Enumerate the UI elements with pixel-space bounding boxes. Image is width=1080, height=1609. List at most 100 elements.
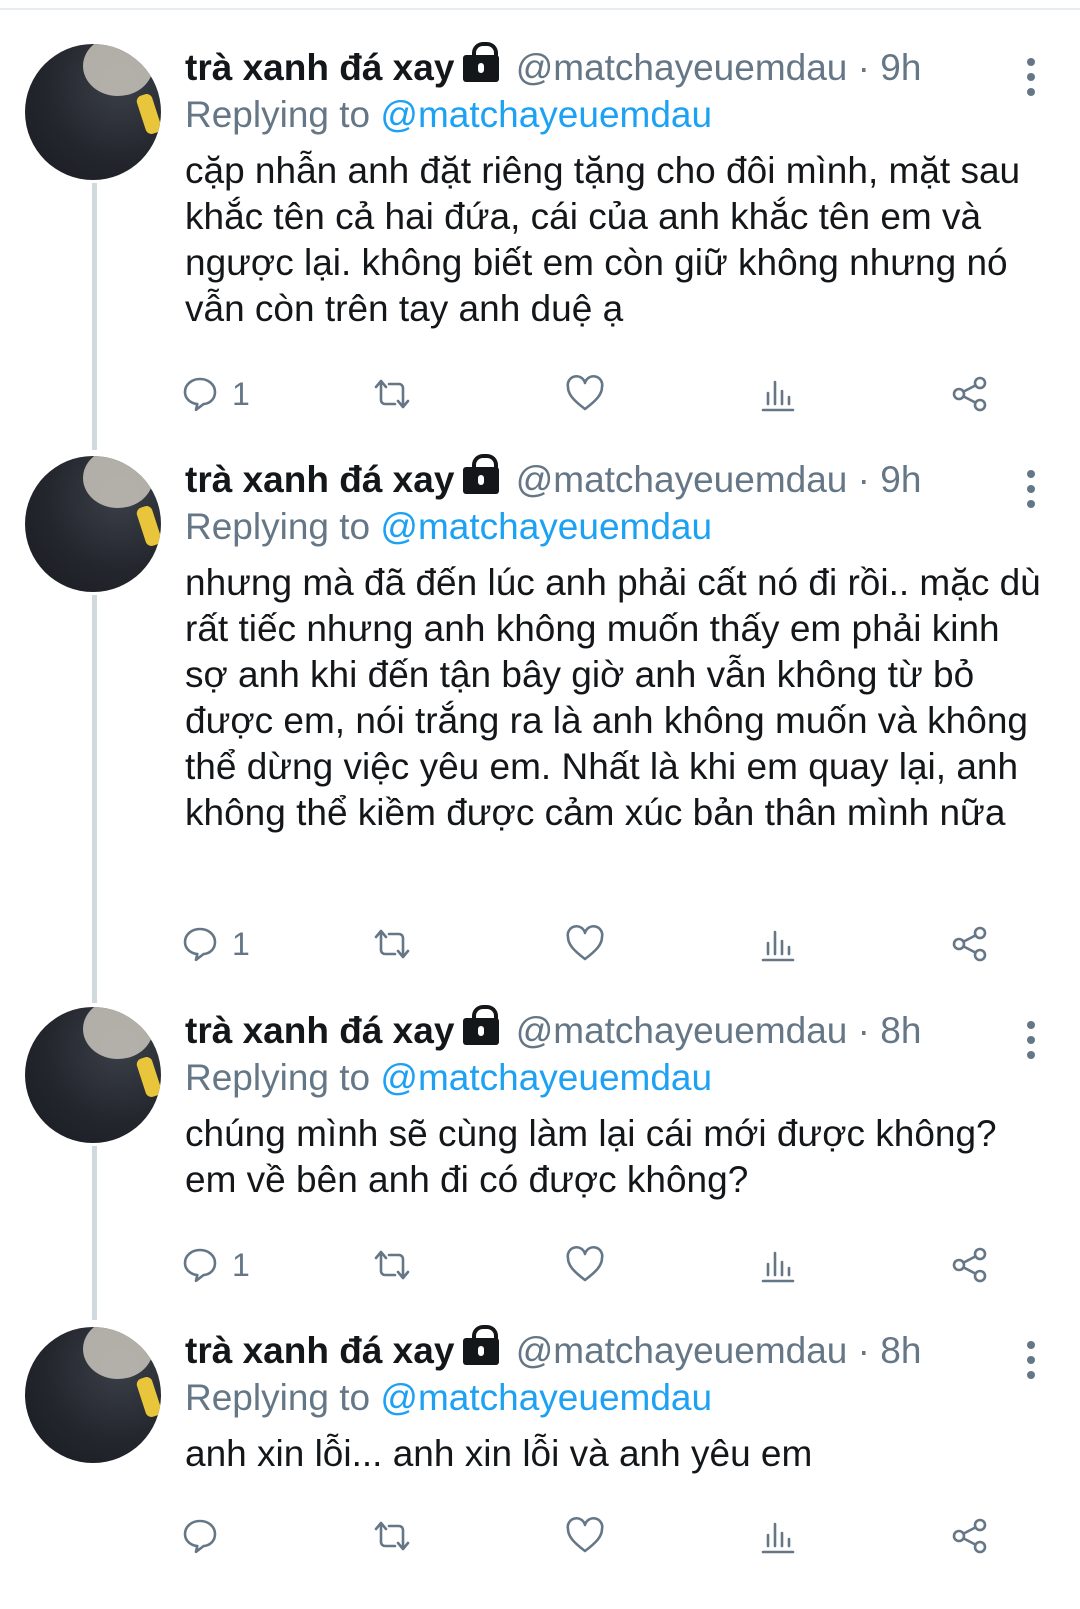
replying-to: Replying to @matchayeuemdau: [185, 1055, 1050, 1101]
lock-icon: [463, 1005, 500, 1045]
more-icon[interactable]: [1027, 470, 1035, 515]
avatar[interactable]: [25, 456, 161, 592]
handle[interactable]: @matchayeuemdau: [516, 47, 848, 88]
like-icon: [566, 1245, 604, 1282]
like-button[interactable]: [565, 924, 605, 964]
replying-to-link[interactable]: @matchayeuemdau: [380, 506, 712, 547]
more-icon[interactable]: [1027, 1341, 1035, 1386]
tweet-header: trà xanh đá xay @matchayeuemdau · 9h: [185, 42, 1050, 92]
display-name[interactable]: trà xanh đá xay: [185, 1010, 454, 1051]
display-name[interactable]: trà xanh đá xay: [185, 47, 454, 88]
tweet-header: trà xanh đá xay @matchayeuemdau · 8h: [185, 1325, 1050, 1375]
timestamp[interactable]: 9h: [880, 47, 921, 88]
top-divider: [0, 8, 1080, 10]
share-icon: [952, 1247, 987, 1283]
separator-dot: ·: [857, 459, 870, 500]
tweet-actions: 1: [180, 1245, 1030, 1285]
lock-icon: [463, 42, 500, 82]
analytics-button[interactable]: [758, 374, 798, 414]
tweet-content: trà xanh đá xay @matchayeuemdau · 8h Rep…: [185, 1005, 1050, 1203]
tweet-text: cặp nhẫn anh đặt riêng tặng cho đôi mình…: [185, 150, 1021, 329]
replying-to-label: Replying to: [185, 506, 371, 547]
analytics-icon: [761, 1251, 795, 1283]
lock-icon: [463, 1325, 500, 1365]
display-name[interactable]: trà xanh đá xay: [185, 1330, 454, 1371]
separator-dot: ·: [857, 47, 870, 88]
like-button[interactable]: [565, 1245, 605, 1285]
avatar[interactable]: [25, 1007, 161, 1143]
like-button[interactable]: [565, 374, 605, 414]
replying-to-label: Replying to: [185, 1057, 371, 1098]
reply-button[interactable]: [180, 1516, 232, 1556]
replying-to-link[interactable]: @matchayeuemdau: [380, 94, 712, 135]
share-icon: [952, 1518, 987, 1554]
reply-button[interactable]: 1: [180, 924, 250, 964]
tweet-content: trà xanh đá xay @matchayeuemdau · 9h Rep…: [185, 454, 1050, 836]
tweet-header: trà xanh đá xay @matchayeuemdau · 8h: [185, 1005, 1050, 1055]
replying-to: Replying to @matchayeuemdau: [185, 1375, 1050, 1421]
like-icon: [566, 1516, 604, 1553]
share-button[interactable]: [950, 1516, 990, 1556]
analytics-button[interactable]: [758, 1245, 798, 1285]
retweet-icon: [374, 379, 410, 409]
tweet-actions: [180, 1516, 1030, 1556]
display-name[interactable]: trà xanh đá xay: [185, 459, 454, 500]
retweet-icon: [374, 929, 410, 959]
like-icon: [566, 924, 604, 961]
reply-icon: [183, 1248, 217, 1283]
like-icon: [566, 374, 604, 411]
retweet-icon: [374, 1521, 410, 1551]
tweet[interactable]: trà xanh đá xay @matchayeuemdau · 8h Rep…: [0, 1325, 1080, 1607]
reply-icon: [183, 1519, 217, 1554]
handle[interactable]: @matchayeuemdau: [516, 1010, 848, 1051]
tweet-text: nhưng mà đã đến lúc anh phải cất nó đi r…: [185, 562, 1041, 833]
reply-count: 1: [232, 925, 250, 962]
separator-dot: ·: [857, 1330, 870, 1371]
replying-to-label: Replying to: [185, 94, 371, 135]
lock-icon: [463, 454, 500, 494]
tweet[interactable]: trà xanh đá xay @matchayeuemdau · 9h Rep…: [0, 454, 1080, 996]
more-icon[interactable]: [1027, 58, 1035, 103]
reply-icon: [183, 927, 217, 962]
share-button[interactable]: [950, 924, 990, 964]
tweet-header: trà xanh đá xay @matchayeuemdau · 9h: [185, 454, 1050, 504]
tweet-text: chúng mình sẽ cùng làm lại cái mới được …: [185, 1113, 997, 1200]
reply-count: 1: [232, 375, 250, 412]
replying-to: Replying to @matchayeuemdau: [185, 92, 1050, 138]
analytics-button[interactable]: [758, 924, 798, 964]
tweet-content: trà xanh đá xay @matchayeuemdau · 8h Rep…: [185, 1325, 1050, 1477]
share-icon: [952, 926, 987, 962]
analytics-icon: [761, 380, 795, 412]
reply-count: 1: [232, 1246, 250, 1283]
retweet-button[interactable]: [372, 374, 412, 414]
reply-button[interactable]: 1: [180, 1245, 250, 1285]
retweet-button[interactable]: [372, 1245, 412, 1285]
handle[interactable]: @matchayeuemdau: [516, 459, 848, 500]
tweet-actions: 1: [180, 924, 1030, 964]
analytics-icon: [761, 930, 795, 962]
retweet-icon: [374, 1250, 410, 1280]
like-button[interactable]: [565, 1516, 605, 1556]
tweet-content: trà xanh đá xay @matchayeuemdau · 9h Rep…: [185, 42, 1050, 332]
analytics-button[interactable]: [758, 1516, 798, 1556]
replying-to-link[interactable]: @matchayeuemdau: [380, 1377, 712, 1418]
retweet-button[interactable]: [372, 1516, 412, 1556]
avatar[interactable]: [25, 44, 161, 180]
tweet-text: anh xin lỗi... anh xin lỗi và anh yêu em: [185, 1433, 813, 1474]
replying-to-label: Replying to: [185, 1377, 371, 1418]
replying-to-link[interactable]: @matchayeuemdau: [380, 1057, 712, 1098]
retweet-button[interactable]: [372, 924, 412, 964]
timestamp[interactable]: 8h: [880, 1010, 921, 1051]
avatar[interactable]: [25, 1327, 161, 1463]
tweet-actions: 1: [180, 374, 1030, 414]
share-icon: [952, 376, 987, 412]
share-button[interactable]: [950, 1245, 990, 1285]
separator-dot: ·: [857, 1010, 870, 1051]
handle[interactable]: @matchayeuemdau: [516, 1330, 848, 1371]
share-button[interactable]: [950, 374, 990, 414]
timestamp[interactable]: 8h: [880, 1330, 921, 1371]
reply-icon: [183, 377, 217, 412]
reply-button[interactable]: 1: [180, 374, 250, 414]
more-icon[interactable]: [1027, 1021, 1035, 1066]
timestamp[interactable]: 9h: [880, 459, 921, 500]
